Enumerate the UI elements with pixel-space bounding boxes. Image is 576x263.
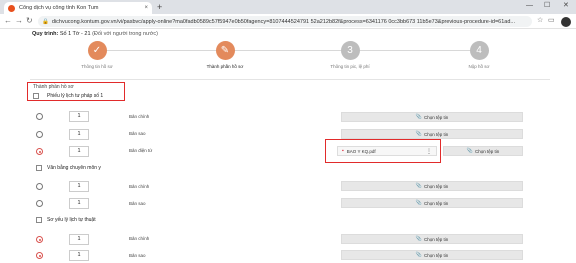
group-2-checkbox[interactable] — [36, 165, 42, 171]
group-2-label: Văn bằng chuyên môn y — [47, 165, 101, 171]
stepper-line — [96, 50, 481, 51]
row-3-quantity[interactable]: 1 — [69, 146, 89, 157]
group-3-checkbox[interactable] — [36, 217, 42, 223]
row-3-type: Bản điện tử — [129, 148, 153, 153]
step-2[interactable]: ✎ Thành phần hồ sơ — [185, 41, 265, 69]
row-7-quantity[interactable]: 1 — [69, 250, 89, 261]
row-4-quantity[interactable]: 1 — [69, 181, 89, 192]
row-2-quantity[interactable]: 1 — [69, 129, 89, 140]
procedure-value: Số 1 Tờ - 21 — [59, 31, 91, 37]
row-7-radio[interactable] — [36, 252, 43, 259]
row-7-button-label: Chọn tệp tin — [423, 252, 449, 258]
row-2-choose-file-button[interactable]: 📎 Chọn tệp tin — [341, 129, 523, 139]
extensions-icon[interactable]: ▭ — [548, 16, 555, 26]
row-5-choose-file-button[interactable]: 📎 Chọn tệp tin — [341, 198, 523, 208]
row-6-radio[interactable] — [36, 236, 43, 243]
forward-icon[interactable]: → — [15, 16, 23, 26]
row-4-choose-file-button[interactable]: 📎 Chọn tệp tin — [341, 181, 523, 191]
check-icon: ✓ — [87, 41, 107, 60]
row-5-radio[interactable] — [36, 200, 43, 207]
row-6-type: Bản chính — [129, 236, 150, 241]
row-4-type: Bản chính — [129, 184, 150, 189]
row-2-radio[interactable] — [36, 131, 43, 138]
browser-tab-bar: Cổng dịch vụ công tỉnh Kon Tum × + — ☐ ✕ — [0, 0, 576, 14]
upload-icon: 📎 — [415, 114, 422, 120]
group-1-checkbox[interactable] — [33, 93, 39, 99]
upload-icon: 📎 — [415, 183, 422, 189]
row-1-type: Bản chính — [129, 114, 150, 119]
row-5-quantity[interactable]: 1 — [69, 198, 89, 209]
maximize-button[interactable]: ☐ — [544, 1, 550, 11]
row-1-choose-file-button[interactable]: 📎 Chọn tệp tin — [341, 112, 523, 122]
procedure-label: Quy trình: — [32, 31, 59, 37]
row-7-choose-file-button[interactable]: 📎 Chọn tệp tin — [341, 250, 523, 260]
site-favicon-icon — [8, 4, 15, 12]
row-3-radio[interactable] — [36, 148, 43, 155]
step-3-number: 3 — [340, 41, 360, 60]
row-4-radio[interactable] — [36, 183, 43, 190]
lock-icon: 🔒 — [42, 18, 49, 25]
close-window-button[interactable]: ✕ — [563, 1, 569, 11]
pdf-icon: ▪ — [342, 148, 344, 154]
address-toolbar: ← → ↻ 🔒 dichvucong.kontum.gov.vn/vi/pasb… — [0, 14, 576, 29]
row-5-button-label: Chọn tệp tin — [423, 200, 449, 206]
tab-close-icon[interactable]: × — [144, 5, 148, 11]
minimize-button[interactable]: — — [526, 1, 533, 11]
upload-icon: 📎 — [415, 236, 422, 242]
procedure-line: Quy trình: Số 1 Tờ - 21 (Đối với người t… — [32, 31, 158, 37]
row-2-type: Bản sao — [129, 131, 146, 136]
row-1-radio[interactable] — [36, 113, 43, 120]
row-1-quantity[interactable]: 1 — [69, 111, 89, 122]
row-3-choose-file-button[interactable]: 📎 Chọn tệp tin — [443, 146, 523, 156]
row-1-button-label: Chọn tệp tin — [423, 114, 449, 120]
row-4-button-label: Chọn tệp tin — [423, 183, 449, 189]
step-4-number: 4 — [469, 41, 489, 60]
uploaded-file-chip[interactable]: ▪ BAO Y KQ.pdf ⋮ — [337, 146, 437, 156]
browser-tab[interactable]: Cổng dịch vụ công tỉnh Kon Tum × — [4, 2, 152, 14]
step-4-label: Nộp hồ sơ — [468, 64, 490, 69]
back-icon[interactable]: ← — [4, 16, 12, 26]
upload-icon: 📎 — [415, 200, 422, 206]
row-3-button-label: Chọn tệp tin — [474, 148, 500, 154]
row-5-type: Bản sao — [129, 201, 146, 206]
upload-icon: 📎 — [415, 252, 422, 258]
procedure-note: (Đối với người trong nước) — [92, 31, 158, 37]
row-7-type: Bản sao — [129, 253, 146, 258]
step-3[interactable]: 3 Thông tin pic, lệ phí — [310, 41, 390, 69]
new-tab-button[interactable]: + — [157, 2, 162, 12]
step-1-label: Thông tin hồ sơ — [81, 64, 113, 69]
section-title: Thành phần hồ sơ — [33, 84, 74, 90]
step-4[interactable]: 4 Nộp hồ sơ — [439, 41, 519, 69]
row-2-button-label: Chọn tệp tin — [423, 131, 449, 137]
reload-icon[interactable]: ↻ — [26, 16, 33, 26]
row-6-choose-file-button[interactable]: 📎 Chọn tệp tin — [341, 234, 523, 244]
address-bar[interactable]: 🔒 dichvucong.kontum.gov.vn/vi/pasbvc/app… — [38, 16, 532, 27]
divider — [30, 79, 550, 80]
url-text[interactable]: dichvucong.kontum.gov.vn/vi/pasbvc/apply… — [52, 19, 515, 25]
step-3-label: Thông tin pic, lệ phí — [330, 64, 370, 69]
upload-icon: 📎 — [415, 131, 422, 137]
upload-icon: 📎 — [466, 148, 473, 154]
pencil-icon: ✎ — [215, 41, 235, 60]
more-options-icon[interactable]: ⋮ — [426, 148, 432, 155]
group-3-label: Sơ yếu lý lịch tự thuật — [47, 217, 96, 223]
step-2-label: Thành phần hồ sơ — [206, 64, 244, 69]
group-1-label: Phiếu lý lịch tư pháp số 1 — [47, 93, 104, 99]
row-6-quantity[interactable]: 1 — [69, 234, 89, 245]
uploaded-file-name: BAO Y KQ.pdf — [346, 148, 376, 154]
bookmark-star-icon[interactable]: ☆ — [537, 16, 543, 26]
tab-title: Cổng dịch vụ công tỉnh Kon Tum — [19, 5, 99, 11]
profile-avatar[interactable] — [561, 17, 571, 27]
row-6-button-label: Chọn tệp tin — [423, 236, 449, 242]
step-1[interactable]: ✓ Thông tin hồ sơ — [57, 41, 137, 69]
